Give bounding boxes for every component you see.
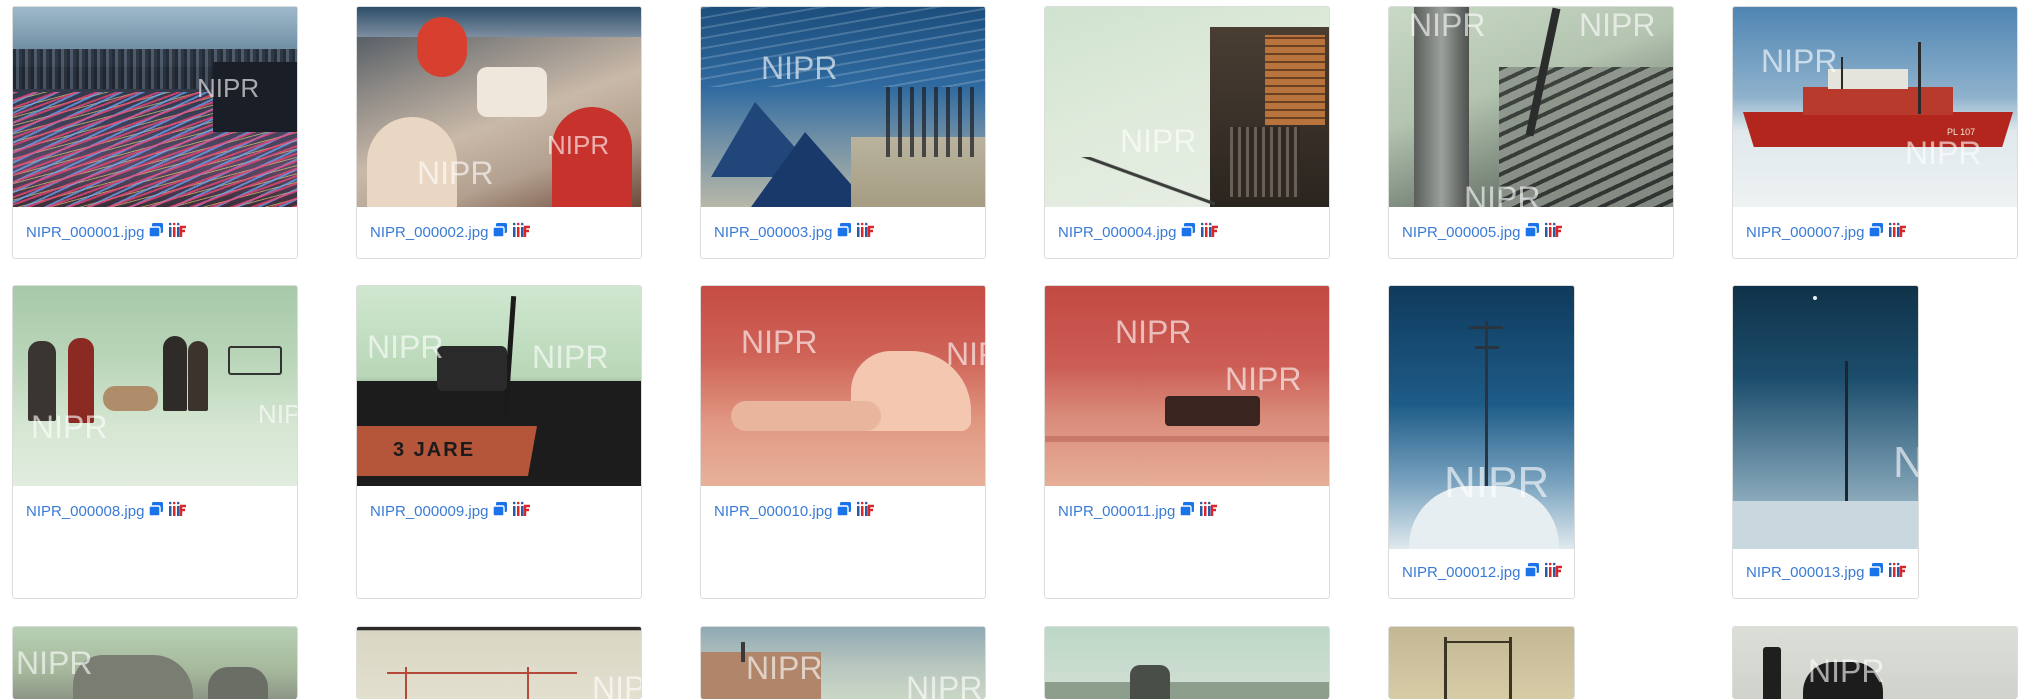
iiif-icon[interactable] [1888,222,1908,243]
image-card: 3 JARE NIPR NIPR NIPR_000009.jpg [356,285,642,599]
filename-link[interactable]: NIPR_000003.jpg [714,224,832,241]
filename-link[interactable]: NIPR_000007.jpg [1746,224,1864,241]
thumbnail-image[interactable]: NIPR NIPR NIPR [1389,7,1673,207]
thumbnail-image[interactable]: NIPR [1733,627,2017,699]
thumbnail-image[interactable]: NIPR [13,7,297,207]
ship-sign: 3 JARE [393,439,476,461]
watermark: NIPR [946,336,985,372]
thumbnail-image[interactable]: NIPR [1389,286,1574,549]
filename-link[interactable]: NIPR_000002.jpg [370,224,488,241]
iiif-icon[interactable] [1544,562,1564,583]
thumbnail-image[interactable]: 3 JARE NIPR NIPR [357,286,641,486]
image-card: NIPR NIPR NIPR_000002.jpg [356,6,642,259]
copy-icon[interactable] [1180,222,1196,243]
thumbnail-image[interactable]: NIPR NIPR [1045,286,1329,486]
image-card: NIPR NIPR_000013.jpg [1732,285,1919,599]
image-card: NIPR [1732,626,2018,699]
thumbnail-image[interactable]: NIPR NIPR [701,286,985,486]
filename-link[interactable]: NIPR_000012.jpg [1402,564,1520,581]
iiif-icon[interactable] [512,222,532,243]
image-card: NIPR [356,626,642,699]
watermark: NIPR [1893,441,1918,485]
filename-link[interactable]: NIPR_000005.jpg [1402,224,1520,241]
watermark: NIPR [1115,314,1192,350]
image-card: NIPR NIPR [700,626,986,699]
watermark: NIPR [1225,361,1302,397]
watermark: NIPR [1444,458,1550,507]
watermark: NIPR [741,324,818,360]
watermark: NIPR [592,670,641,699]
image-card: NIPR NIPR NIPR_000008.jpg [12,285,298,599]
image-card: NIPR NIPR NIPR_000011.jpg [1044,285,1330,599]
iiif-icon[interactable] [1544,222,1564,243]
iiif-icon[interactable] [168,501,188,522]
image-card: NIPR NIPR NIPR NIPR_000005.jpg [1388,6,1674,259]
thumbnail-image[interactable]: NIPR [1045,7,1329,207]
watermark: NIPR [197,73,260,103]
copy-icon[interactable] [492,501,508,522]
watermark: NIPR [258,399,297,429]
watermark: NIPR [761,50,838,86]
copy-icon[interactable] [1179,501,1195,522]
thumbnail-image[interactable]: NIPR NIPR [357,7,641,207]
watermark: NIPR [1409,7,1486,43]
iiif-icon[interactable] [1199,501,1219,522]
copy-icon[interactable] [1868,562,1884,583]
thumbnail-image[interactable]: NIPR NIPR [13,286,297,486]
watermark: NIPR [31,409,108,445]
watermark: NIPR [547,130,610,160]
image-card: NIPR NIPR NIPR_000010.jpg [700,285,986,599]
image-card: NIPR [12,626,298,699]
copy-icon[interactable] [836,501,852,522]
filename-link[interactable]: NIPR_000013.jpg [1746,564,1864,581]
watermark: NIPR [367,329,444,365]
image-card: NIPR NIPR_000004.jpg [1044,6,1330,259]
thumbnail-image[interactable]: NIPR [357,627,641,699]
watermark: NIPR [1120,123,1197,159]
filename-link[interactable]: NIPR_000008.jpg [26,503,144,520]
iiif-icon[interactable] [1888,562,1908,583]
filename-link[interactable]: NIPR_000010.jpg [714,503,832,520]
iiif-icon[interactable] [1200,222,1220,243]
copy-icon[interactable] [1524,222,1540,243]
thumbnail-image[interactable]: NIPR [1733,286,1918,549]
thumbnail-image[interactable]: NIPR [13,627,297,699]
watermark: NIPR [1464,180,1541,207]
watermark: NIPR [16,645,93,681]
filename-link[interactable]: NIPR_000004.jpg [1058,224,1176,241]
thumbnail-image[interactable]: NIPR [701,7,985,207]
iiif-icon[interactable] [856,222,876,243]
watermark: NIPR [746,650,823,686]
filename-link[interactable]: NIPR_000011.jpg [1058,503,1175,520]
watermark: NIPR [417,155,494,191]
image-card: NIPR NIPR_000003.jpg [700,6,986,259]
watermark: NIPR [906,670,983,699]
iiif-icon[interactable] [168,222,188,243]
copy-icon[interactable] [1524,562,1540,583]
copy-icon[interactable] [148,222,164,243]
thumbnail-image[interactable]: PL 107 NIPR NIPR [1733,7,2017,207]
copy-icon[interactable] [836,222,852,243]
copy-icon[interactable] [492,222,508,243]
iiif-icon[interactable] [856,501,876,522]
watermark: NIPR [1905,135,1982,171]
thumbnail-image[interactable] [1389,627,1574,699]
filename-link[interactable]: NIPR_000001.jpg [26,224,144,241]
thumbnail-image[interactable]: NIPR NIPR [701,627,985,699]
image-card: NIPR NIPR_000001.jpg [12,6,298,259]
watermark: NIPR [532,339,609,375]
thumbnail-image[interactable] [1045,627,1329,699]
image-card [1044,626,1330,699]
copy-icon[interactable] [1868,222,1884,243]
watermark: NIPR [1808,653,1885,689]
iiif-icon[interactable] [512,501,532,522]
watermark: NIPR [1579,7,1656,43]
image-card [1388,626,1575,699]
watermark: NIPR [1761,43,1838,79]
copy-icon[interactable] [148,501,164,522]
image-card: NIPR NIPR_000012.jpg [1388,285,1575,599]
filename-link[interactable]: NIPR_000009.jpg [370,503,488,520]
image-card: PL 107 NIPR NIPR NIPR_000007.jpg [1732,6,2018,259]
